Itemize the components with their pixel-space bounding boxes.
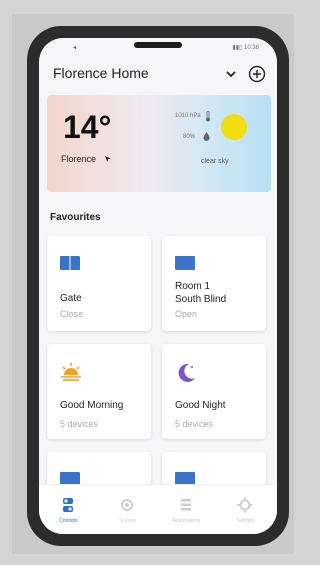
add-home-button[interactable] <box>248 65 266 83</box>
favourite-tile-good-morning[interactable]: Good Morning 5 devices <box>47 344 151 439</box>
tile-name: Good Morning <box>60 400 124 411</box>
nav-controls[interactable]: Controls <box>39 485 98 534</box>
status-bar: ◂ ▮▮▯ 10:38 <box>39 42 277 56</box>
nav-settings[interactable]: Settings <box>216 485 275 534</box>
sun-icon <box>221 114 247 140</box>
nav-label: Automations <box>172 518 201 524</box>
bottom-nav: Controls Scenes Automations Settings <box>39 484 277 534</box>
tile-status: 5 devices <box>175 419 214 429</box>
city-name: Florence <box>61 154 97 164</box>
nav-scenes[interactable]: Scenes <box>98 485 157 534</box>
favourite-tile-gate[interactable]: Gate Close <box>47 236 151 331</box>
moon-icon <box>178 363 195 382</box>
thermometer-icon <box>206 111 210 122</box>
sunrise-icon <box>61 363 81 381</box>
weather-condition: clear sky <box>201 158 229 165</box>
pressure-value: 1010 hPa <box>175 113 201 119</box>
home-title[interactable]: Florence Home <box>53 65 149 81</box>
location-arrow-icon <box>105 156 111 162</box>
status-left: ◂ <box>73 45 77 51</box>
favourite-tile-good-night[interactable]: Good Night 5 devices <box>162 344 266 439</box>
chevron-down-icon[interactable] <box>225 68 237 80</box>
tile-status: Open <box>175 309 198 319</box>
nav-label: Controls <box>59 518 78 524</box>
blind-icon <box>175 256 195 270</box>
tile-name-line2: South Blind <box>175 294 227 305</box>
nav-automations[interactable]: Automations <box>157 485 216 534</box>
app-screen: ◂ ▮▮▯ 10:38 Florence Home 14° Florence 1… <box>39 38 277 534</box>
scenes-icon <box>121 499 133 511</box>
controls-icon <box>63 498 73 512</box>
weather-card[interactable]: 14° Florence 1010 hPa 80% clear sky <box>47 95 271 192</box>
tile-name-line1: Room 1 <box>175 281 211 292</box>
favourite-tile-south-blind[interactable]: Room 1 South Blind Open <box>162 236 266 331</box>
water-drop-icon <box>203 132 210 141</box>
nav-label: Settings <box>236 518 255 524</box>
tile-name: Gate <box>60 293 82 304</box>
humidity-value: 80% <box>183 134 196 140</box>
list-icon <box>181 499 191 511</box>
blind-icon <box>60 256 80 270</box>
phone-frame: ◂ ▮▮▯ 10:38 Florence Home 14° Florence 1… <box>27 26 289 546</box>
nav-label: Scenes <box>119 518 136 524</box>
tile-status: Close <box>60 309 84 319</box>
favourites-title: Favourites <box>50 212 101 223</box>
gear-icon <box>237 497 253 513</box>
app-header: Florence Home <box>39 60 277 88</box>
status-right: ▮▮▯ 10:38 <box>232 45 259 51</box>
temperature: 14° <box>63 109 112 145</box>
tile-status: 5 devices <box>60 419 99 429</box>
tile-name: Good Night <box>175 400 226 411</box>
